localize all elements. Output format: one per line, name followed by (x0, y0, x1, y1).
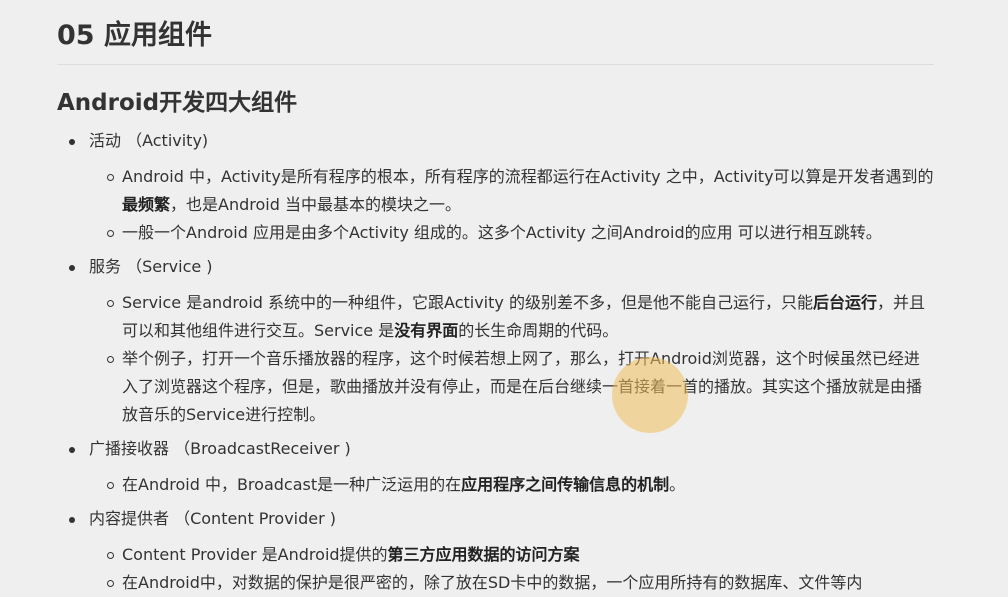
sub-item: 一般一个Android 应用是由多个Activity 组成的。这多个Activi… (89, 219, 934, 247)
item-label: 服务 （Service ) (89, 257, 213, 276)
bullet-icon (69, 447, 75, 453)
text: Service 是android 系统中的一种组件，它跟Activity 的级别… (122, 293, 813, 312)
text: 。 (669, 475, 686, 494)
circle-bullet-icon (107, 552, 114, 559)
sub-item: 在Android中，对数据的保护是很严密的，除了放在SD卡中的数据，一个应用所持… (89, 569, 934, 597)
circle-bullet-icon (107, 580, 114, 587)
sub-item: Android 中，Activity是所有程序的根本，所有程序的流程都运行在Ac… (89, 163, 934, 219)
sub-item: 在Android 中，Broadcast是一种广泛运用的在应用程序之间传输信息的… (89, 471, 934, 499)
item-label: 活动 （Activity) (89, 131, 209, 150)
bullet-icon (69, 139, 75, 145)
text: 在Android 中，Broadcast是一种广泛运用的在 (122, 475, 462, 494)
list-item-broadcast-receiver: 广播接收器 （BroadcastReceiver ) 在Android 中，Br… (57, 435, 934, 499)
circle-bullet-icon (107, 482, 114, 489)
document: 05 应用组件 Android开发四大组件 活动 （Activity) Andr… (57, 16, 934, 597)
bold-text: 后台运行 (812, 293, 877, 312)
text: 举个例子，打开一个音乐播放器的程序，这个时候若想上网了，那么，打开Android… (122, 349, 923, 424)
bold-text: 应用程序之间传输信息的机制 (461, 475, 670, 494)
list-item-service: 服务 （Service ) Service 是android 系统中的一种组件，… (57, 253, 934, 429)
bold-text: 没有界面 (394, 321, 459, 340)
bold-text: 第三方应用数据的访问方案 (387, 545, 580, 564)
bullet-icon (69, 517, 75, 523)
bullet-icon (69, 265, 75, 271)
circle-bullet-icon (107, 300, 114, 307)
section-heading: Android开发四大组件 (57, 90, 298, 116)
text: 一般一个Android 应用是由多个Activity 组成的。这多个Activi… (122, 223, 882, 242)
text: Android 中，Activity是所有程序的根本，所有程序的流程都运行在Ac… (122, 167, 934, 186)
circle-bullet-icon (107, 174, 114, 181)
text: ，也是Android 当中最基本的模块之一。 (170, 195, 461, 214)
list-item-activity: 活动 （Activity) Android 中，Activity是所有程序的根本… (57, 127, 934, 247)
sub-item: 举个例子，打开一个音乐播放器的程序，这个时候若想上网了，那么，打开Android… (89, 345, 934, 429)
bold-text: 最频繁 (122, 195, 171, 214)
page-title: 05 应用组件 (57, 16, 934, 65)
item-label: 内容提供者 （Content Provider ) (89, 509, 337, 528)
text: Content Provider 是Android提供的 (122, 545, 388, 564)
list-item-content-provider: 内容提供者 （Content Provider ) Content Provid… (57, 505, 934, 597)
item-label: 广播接收器 （BroadcastReceiver ) (89, 439, 351, 458)
sub-item: Service 是android 系统中的一种组件，它跟Activity 的级别… (89, 289, 934, 345)
component-list: 活动 （Activity) Android 中，Activity是所有程序的根本… (57, 127, 934, 597)
circle-bullet-icon (107, 230, 114, 237)
circle-bullet-icon (107, 356, 114, 363)
text: 的长生命周期的代码。 (458, 321, 619, 340)
sub-item: Content Provider 是Android提供的第三方应用数据的访问方案 (89, 541, 934, 569)
